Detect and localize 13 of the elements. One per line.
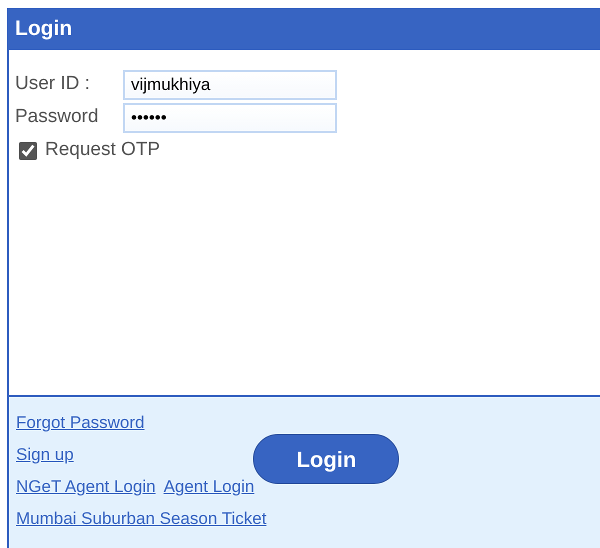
login-button[interactable]: Login	[253, 434, 400, 484]
checkbox[interactable]	[19, 142, 37, 160]
link[interactable]: Mumbai Suburban Season Ticket	[16, 506, 266, 532]
link[interactable]: Sign up	[16, 442, 74, 468]
link[interactable]: NGeT Agent Login	[16, 474, 156, 500]
input-field[interactable]: ••••••	[123, 102, 337, 132]
input-field[interactable]: vijmukhiya	[123, 70, 337, 100]
panel-title: Login	[7, 8, 600, 50]
checkbox-label: Request OTP	[45, 138, 160, 162]
link[interactable]: Agent Login	[164, 474, 254, 500]
field-label: User ID :	[15, 72, 91, 96]
field-label: Password	[15, 105, 100, 130]
link[interactable]: Forgot Password	[16, 410, 144, 436]
